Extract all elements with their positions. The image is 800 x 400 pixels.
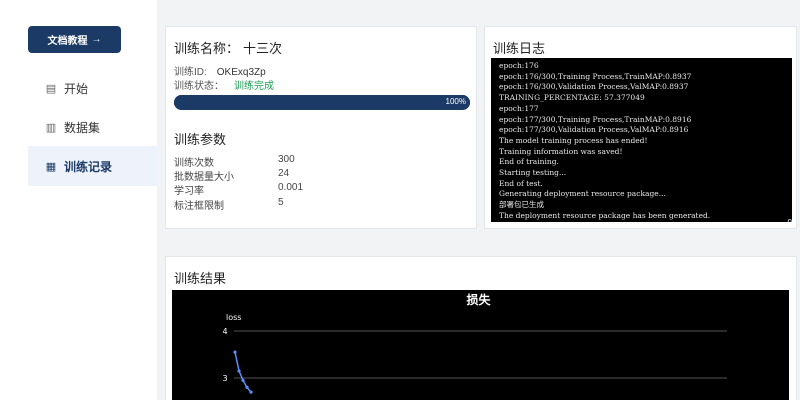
training-id-row: 训练ID: OKExq3Zp — [174, 63, 266, 78]
sidebar-item-label: 开始 — [64, 81, 89, 96]
log-scroll-indicator: 0 — [787, 218, 792, 227]
training-info-card: 训练名称： 十三次 训练ID: OKExq3Zp 训练状态： 训练完成 100% 训练… — [165, 26, 477, 229]
log-line: The model training process has ended! — [499, 135, 648, 145]
training-results-heading: 训练结果 — [174, 271, 227, 286]
bar-chart-icon: ▥ — [45, 121, 57, 134]
doc-tutorial-button[interactable]: 文档教程 → — [28, 26, 121, 53]
training-progress-bar: 100% — [174, 95, 470, 110]
param-value: 5 — [278, 197, 284, 208]
loss-data-point — [249, 390, 253, 394]
records-icon: ▦ — [45, 160, 57, 173]
training-log-card: 训练日志 epoch:176 epoch:176/300,Training Pro… — [484, 26, 797, 229]
log-line: End of training. — [499, 157, 559, 167]
log-line: Training information was saved! — [499, 146, 623, 156]
param-value: 24 — [278, 168, 290, 179]
training-name-label: 训练名称： — [174, 41, 240, 56]
training-log-heading: 训练日志 — [493, 41, 546, 56]
sidebar: 文档教程 → ▤ 开始 ▥ 数据集 ▦ 训练记录 — [0, 0, 157, 400]
loss-data-point — [245, 385, 249, 389]
training-name-value: 十三次 — [243, 41, 283, 56]
log-line: epoch:176 — [499, 61, 539, 70]
log-line: epoch:176/300,Validation Process,ValMAP:… — [499, 82, 689, 92]
training-status-value: 训练完成 — [234, 81, 274, 92]
param-label: 标注框限制 — [174, 201, 224, 212]
sidebar-item-label: 数据集 — [64, 120, 101, 135]
loss-data-point — [241, 378, 245, 382]
log-line: End of test. — [499, 178, 543, 188]
log-line: Starting testing... — [499, 168, 567, 178]
log-line: epoch:177/300,Training Process,TrainMAP:… — [499, 114, 692, 124]
loss-data-point — [237, 369, 241, 373]
log-line: epoch:176/300,Training Process,TrainMAP:… — [499, 71, 692, 81]
param-label: 训练次数 — [174, 158, 214, 169]
progress-text: 100% — [445, 97, 466, 106]
training-results-card: 训练结果 损失 loss 4 3 — [165, 256, 797, 400]
loss-series-line — [234, 351, 252, 393]
y-axis-label: loss — [226, 313, 241, 322]
param-value: 0.001 — [278, 182, 304, 193]
chart-title: 损失 — [466, 292, 491, 307]
loss-data-point — [233, 350, 237, 354]
log-line: The deployment resource package has been… — [499, 210, 711, 220]
log-line: epoch:177 — [499, 103, 539, 113]
sidebar-item-training-records[interactable]: ▦ 训练记录 — [28, 146, 157, 186]
params-heading: 训练参数 — [174, 132, 227, 147]
log-line: epoch:177/300,Validation Process,ValMAP:… — [499, 125, 689, 135]
param-label: 批数据量大小 — [174, 172, 234, 183]
arrow-right-icon: → — [91, 34, 102, 45]
training-name-heading: 训练名称： 十三次 — [174, 38, 282, 57]
doc-tutorial-label: 文档教程 — [47, 36, 88, 47]
training-status-label: 训练状态： — [174, 81, 224, 92]
training-log-console[interactable]: epoch:176 epoch:176/300,Training Process,… — [491, 58, 792, 222]
sidebar-item-dataset[interactable]: ▥ 数据集 — [28, 107, 157, 147]
y-tick-label: 3 — [222, 374, 227, 383]
log-line: TRAINING_PERCENTAGE: 57.377049 — [499, 93, 645, 103]
loss-chart: 损失 loss 4 3 — [222, 292, 727, 394]
param-label: 学习率 — [174, 186, 204, 197]
param-value: 300 — [278, 154, 295, 165]
training-status-row: 训练状态： 训练完成 — [174, 77, 274, 92]
log-line: 部署包已生成 — [499, 200, 544, 210]
sidebar-item-label: 训练记录 — [64, 159, 113, 174]
progress-fill — [174, 95, 470, 110]
sidebar-item-start[interactable]: ▤ 开始 — [28, 68, 157, 108]
y-tick-label: 4 — [222, 327, 227, 336]
loss-chart-container: 损失 loss 4 3 — [172, 290, 789, 400]
document-icon: ▤ — [45, 82, 57, 95]
log-line: Generating deployment resource package..… — [499, 189, 666, 199]
